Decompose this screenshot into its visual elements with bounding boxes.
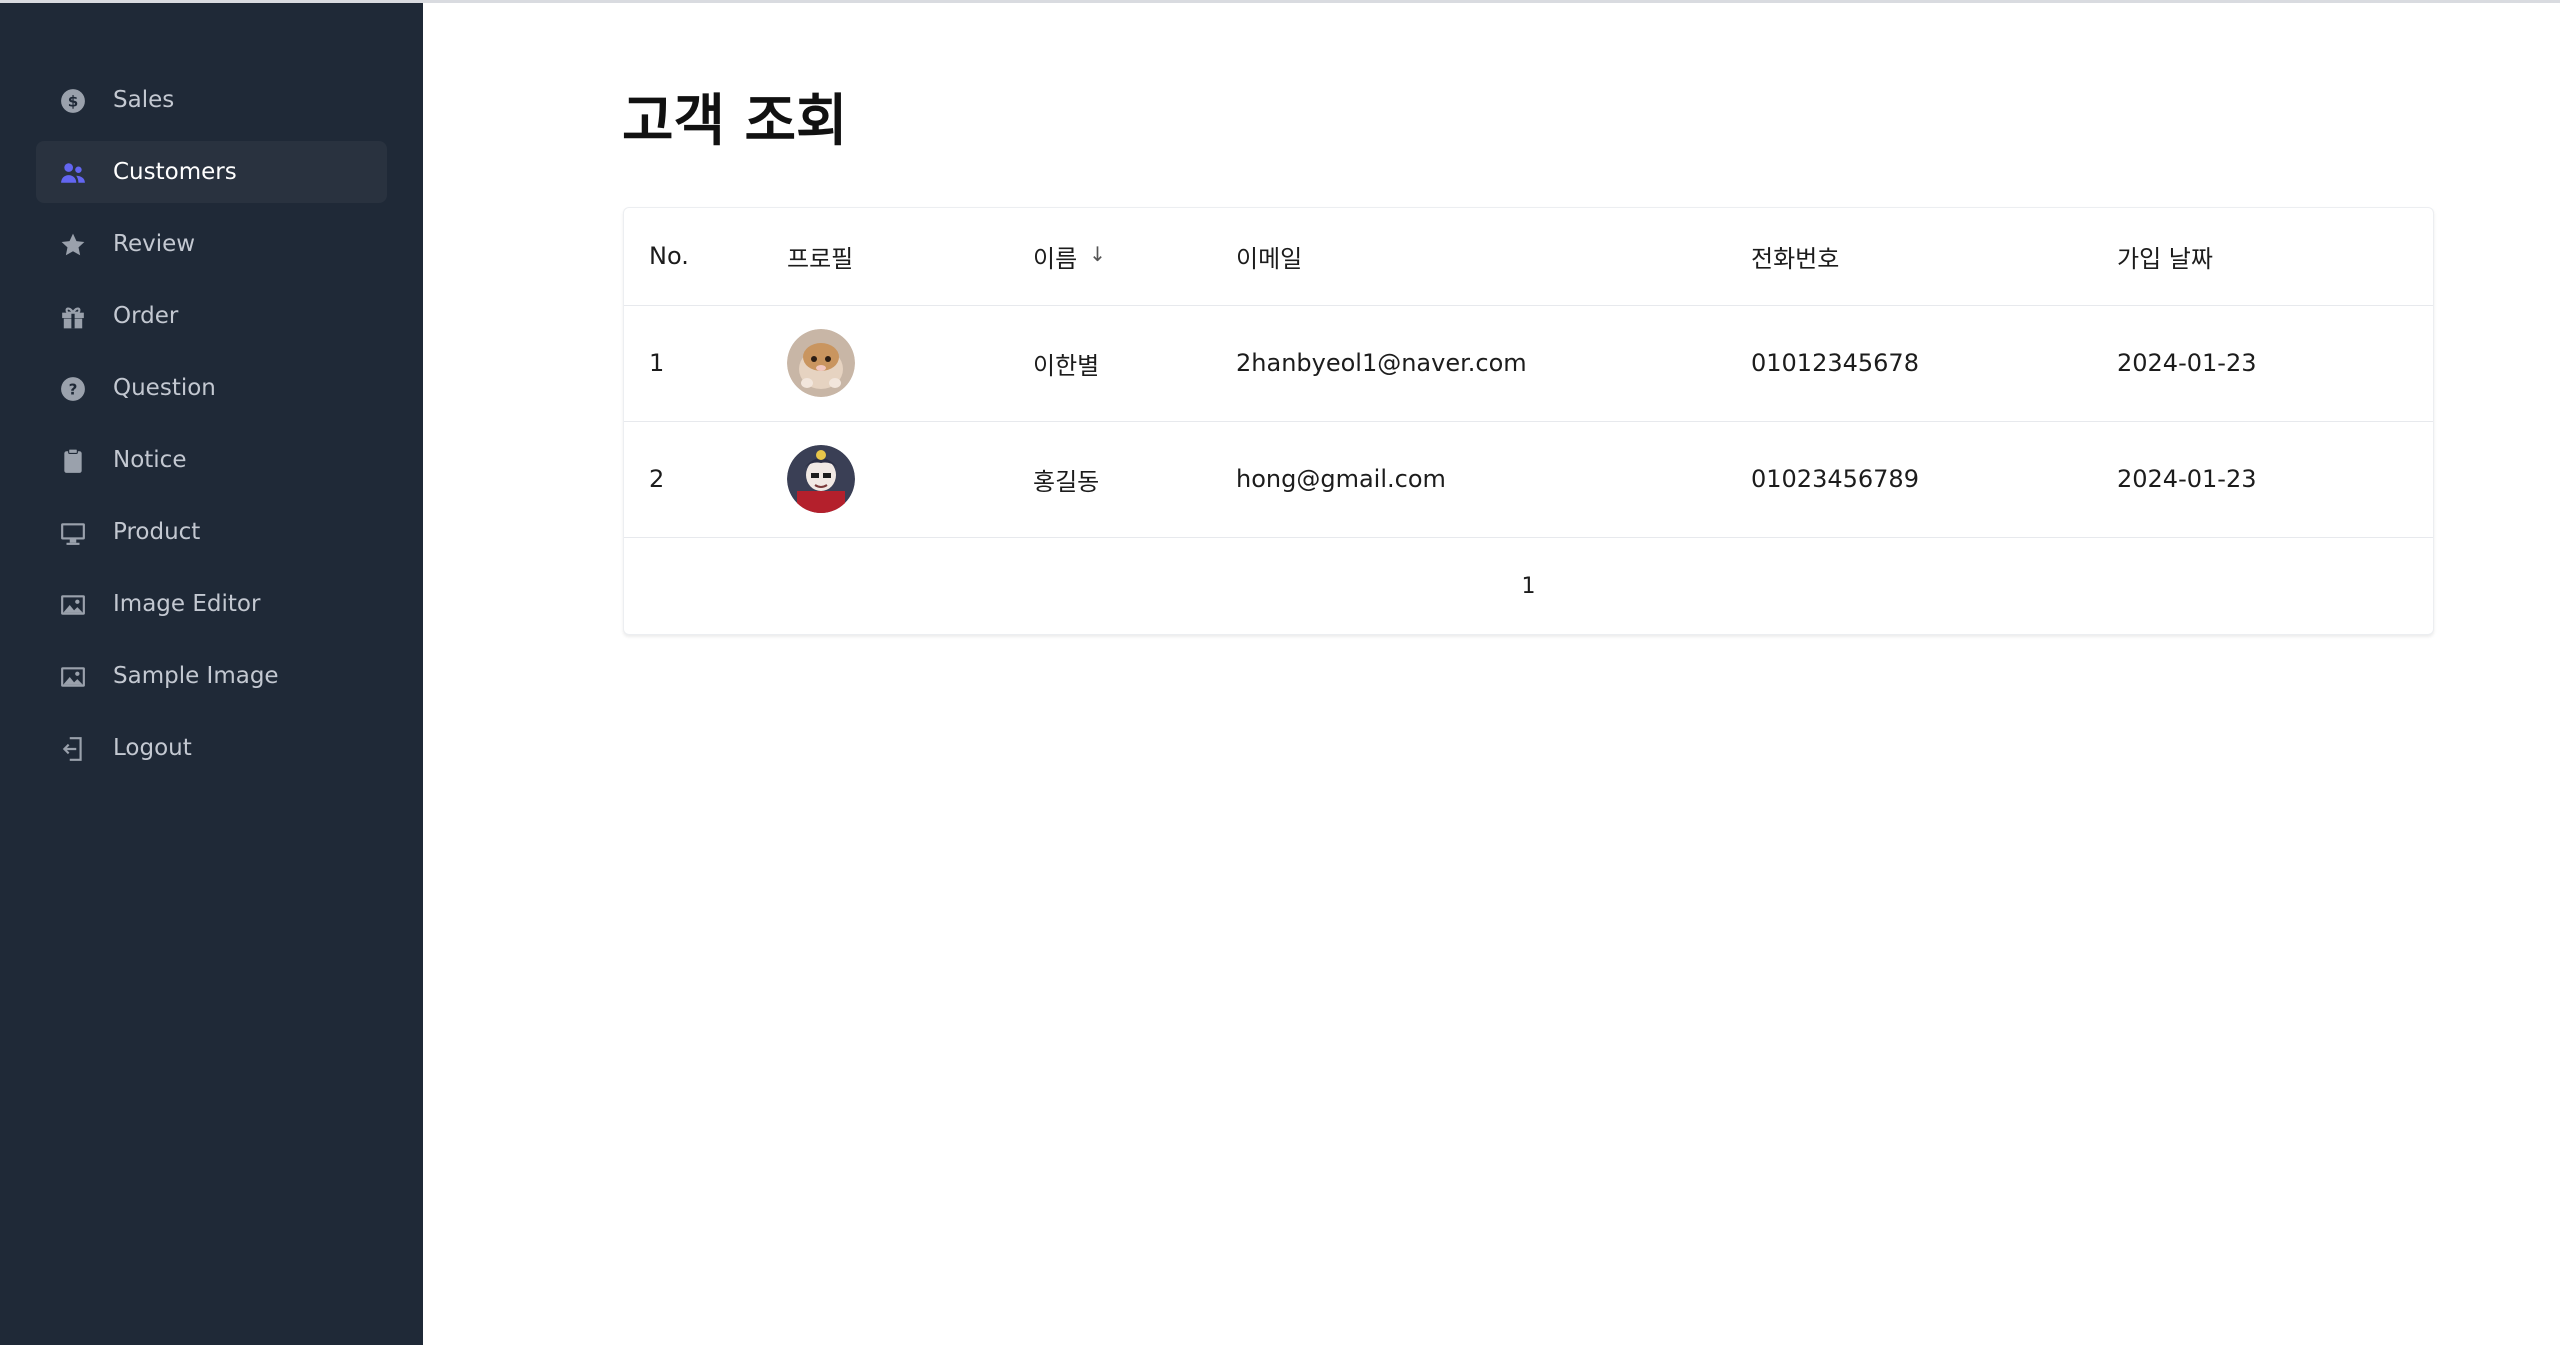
table-row[interactable]: 1 이한별 2hanbyeol1@naver.com 01012345678 2…: [624, 305, 2433, 422]
cell-name: 홍길동: [1008, 421, 1211, 538]
monitor-icon: [60, 520, 86, 546]
page-number-button[interactable]: 1: [1512, 568, 1546, 605]
pagination: 1: [624, 538, 2433, 634]
image-icon: [60, 592, 86, 618]
sidebar-item-label: Customers: [113, 159, 237, 185]
sidebar-item-notice[interactable]: Notice: [36, 429, 387, 491]
sidebar-item-label: Sales: [113, 87, 175, 113]
sidebar-item-label: Image Editor: [113, 591, 261, 617]
dollar-circle-icon: $: [60, 88, 86, 114]
svg-text:?: ?: [69, 380, 78, 398]
column-header-name[interactable]: 이름 ↓: [1008, 208, 1211, 306]
cell-name: 이한별: [1008, 305, 1211, 422]
column-header-no[interactable]: No.: [624, 208, 762, 306]
avatar: [787, 329, 855, 397]
sidebar-item-image-editor[interactable]: Image Editor: [36, 573, 387, 635]
users-icon: [60, 160, 86, 186]
sidebar-item-product[interactable]: Product: [36, 501, 387, 563]
customers-table: No. 프로필 이름 ↓ 이메일 전화번호 가입 날짜 1 이한별 2hanby…: [624, 208, 2433, 538]
cell-email: hong@gmail.com: [1211, 421, 1726, 538]
cell-phone: 01023456789: [1726, 421, 2092, 538]
sidebar-item-review[interactable]: Review: [36, 213, 387, 275]
sidebar-item-logout[interactable]: Logout: [36, 717, 387, 779]
sidebar-item-order[interactable]: Order: [36, 285, 387, 347]
gift-icon: [60, 304, 86, 330]
sidebar-item-label: Notice: [113, 447, 187, 473]
cell-phone: 01012345678: [1726, 305, 2092, 422]
cell-joined: 2024-01-23: [2092, 421, 2433, 538]
sidebar-item-label: Product: [113, 519, 201, 545]
question-circle-icon: ?: [60, 376, 86, 402]
page-title: 고객 조회: [622, 89, 848, 154]
sidebar-item-label: Logout: [113, 735, 192, 761]
sidebar-item-sales[interactable]: $ Sales: [36, 69, 387, 131]
sidebar: $ Sales Customers Review Order ? Questio…: [0, 3, 423, 1345]
sidebar-item-label: Order: [113, 303, 179, 329]
column-header-joined[interactable]: 가입 날짜: [2092, 208, 2433, 306]
table-row[interactable]: 2 홍길동 hong@gmail.com 01023456789 2024-01…: [624, 421, 2433, 538]
sort-descending-icon[interactable]: ↓: [1089, 242, 1106, 266]
column-header-phone[interactable]: 전화번호: [1726, 208, 2092, 306]
cell-profile: [762, 421, 1008, 538]
sidebar-item-question[interactable]: ? Question: [36, 357, 387, 419]
avatar: [787, 445, 855, 513]
logout-icon: [60, 736, 86, 762]
column-header-profile[interactable]: 프로필: [762, 208, 1008, 306]
customers-table-card: No. 프로필 이름 ↓ 이메일 전화번호 가입 날짜 1 이한별 2hanby…: [623, 207, 2434, 635]
sidebar-item-customers[interactable]: Customers: [36, 141, 387, 203]
svg-text:$: $: [68, 92, 79, 110]
cell-no: 1: [624, 305, 762, 422]
cell-joined: 2024-01-23: [2092, 305, 2433, 422]
column-header-name-label: 이름: [1033, 244, 1078, 273]
clipboard-icon: [60, 448, 86, 474]
sidebar-item-label: Sample Image: [113, 663, 279, 689]
sidebar-item-label: Review: [113, 231, 196, 257]
cell-no: 2: [624, 421, 762, 538]
sidebar-item-label: Question: [113, 375, 216, 401]
sidebar-item-sample-image[interactable]: Sample Image: [36, 645, 387, 707]
image-icon: [60, 664, 86, 690]
table-header-row: No. 프로필 이름 ↓ 이메일 전화번호 가입 날짜: [624, 208, 2433, 306]
cell-profile: [762, 305, 1008, 422]
star-icon: [60, 232, 86, 258]
column-header-email[interactable]: 이메일: [1211, 208, 1726, 306]
cell-email: 2hanbyeol1@naver.com: [1211, 305, 1726, 422]
